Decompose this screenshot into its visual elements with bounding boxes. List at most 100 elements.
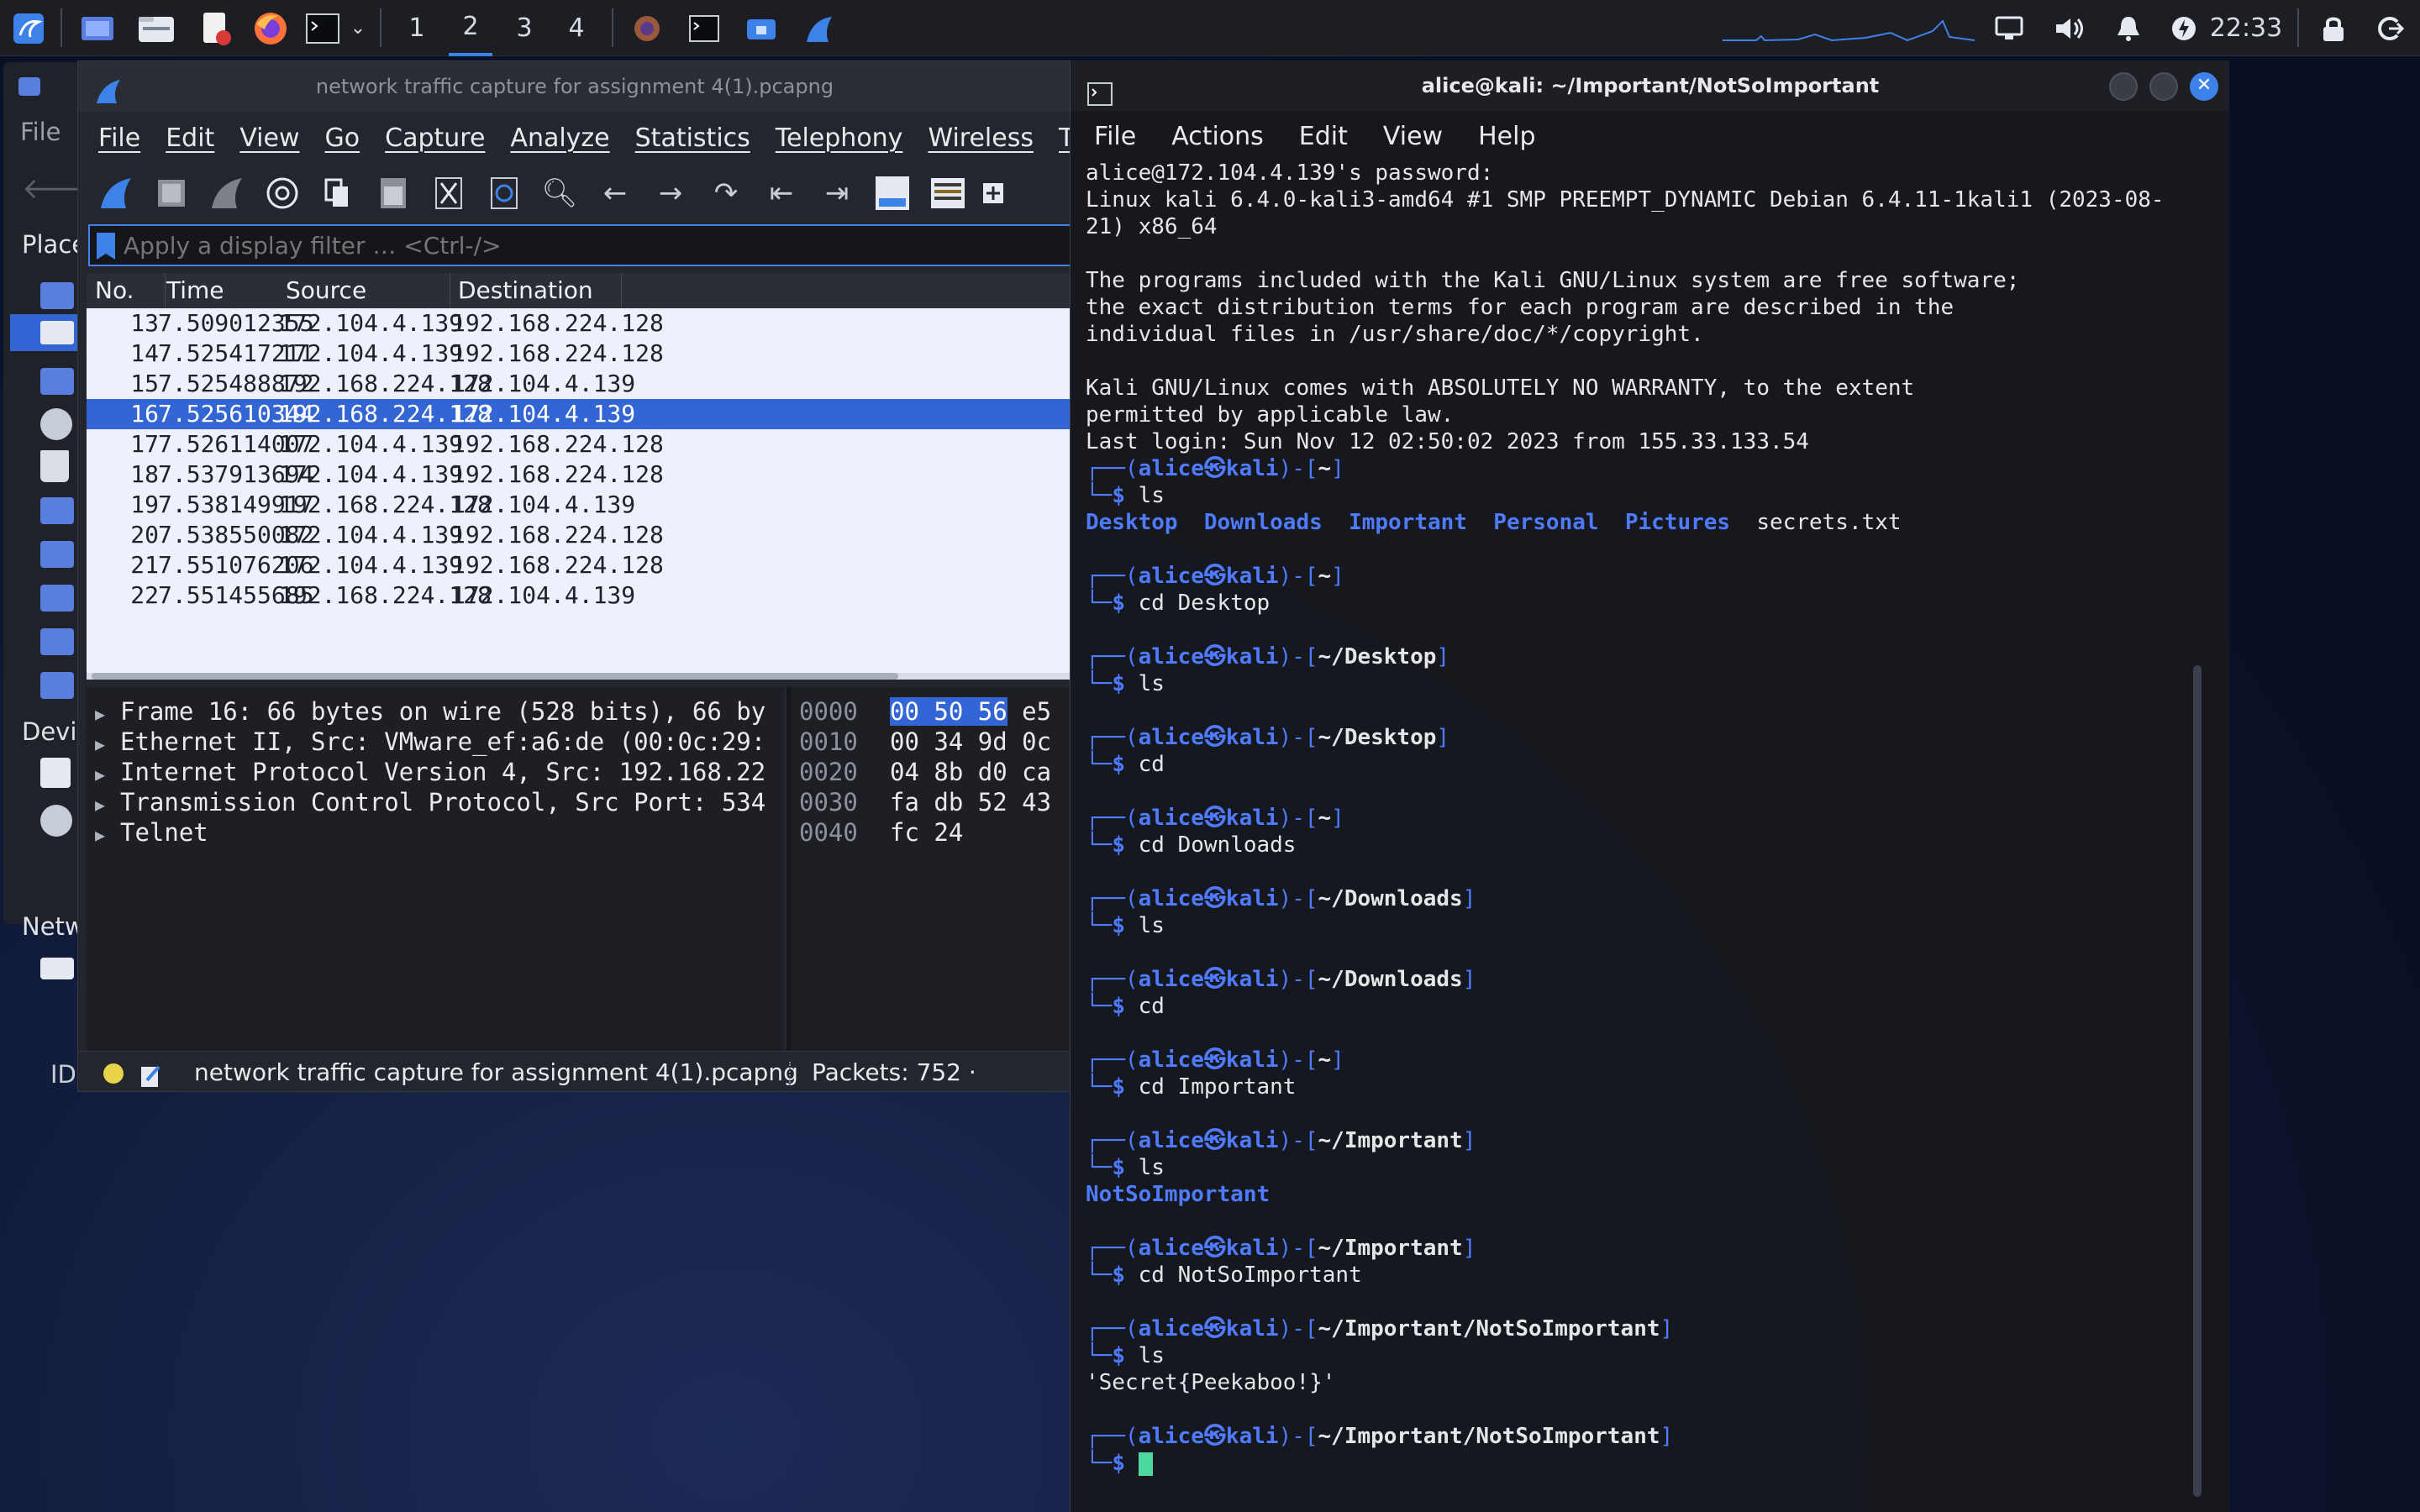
fm-menu-file[interactable]: File [20, 118, 61, 146]
selected-place[interactable] [10, 314, 81, 351]
column-time[interactable]: Time [158, 273, 273, 308]
videos-place-icon[interactable] [40, 628, 74, 655]
expand-arrow-icon[interactable]: ▶ [95, 704, 107, 724]
detail-tcp[interactable]: ▶ Transmission Control Protocol, Src Port… [95, 788, 765, 818]
disc-icon[interactable] [40, 805, 72, 837]
column-no[interactable]: No. [87, 273, 166, 308]
last-packet-icon[interactable]: ⇥ [814, 171, 860, 216]
term-menu-file[interactable]: File [1094, 122, 1136, 151]
logout-icon[interactable] [2370, 0, 2412, 56]
music-folder-icon[interactable] [40, 497, 74, 524]
open-file-icon[interactable] [315, 171, 360, 216]
home-icon[interactable] [18, 77, 40, 96]
workspace-2[interactable]: 2 [449, 0, 492, 56]
kali-menu-icon[interactable] [7, 0, 50, 56]
volume-icon[interactable] [2049, 0, 2091, 56]
terminal-output[interactable]: alice@172.104.4.139's password: Linux kal… [1086, 160, 2203, 1504]
expand-arrow-icon[interactable]: ▶ [95, 764, 107, 785]
terminal-scrollbar[interactable] [2193, 665, 2202, 1497]
workspace-3[interactable]: 3 [502, 0, 546, 56]
restart-capture-icon[interactable] [204, 171, 250, 216]
colorize-icon[interactable] [925, 171, 971, 216]
go-back-icon[interactable]: ← [592, 171, 638, 216]
wireshark-window-button[interactable] [795, 0, 842, 56]
menu-go[interactable]: Go [325, 123, 360, 153]
file-manager-icon[interactable] [134, 0, 178, 56]
packet-row[interactable]: 14 7.525417211 172.104.4.139 192.168.224.12… [87, 339, 1070, 369]
music-place-icon[interactable] [40, 541, 74, 568]
menu-wireless[interactable]: Wireless [928, 123, 1034, 153]
term-menu-help[interactable]: Help [1478, 122, 1535, 151]
menu-telephony[interactable]: Telephony [776, 123, 903, 153]
capture-comment-icon[interactable] [139, 1060, 162, 1087]
go-forward-icon[interactable]: → [648, 171, 693, 216]
term-menu-edit[interactable]: Edit [1299, 122, 1348, 151]
packet-row[interactable]: 22 7.551455685 192.168.224.128 172.104.4.13… [87, 580, 1070, 611]
detail-telnet[interactable]: ▶ Telnet [95, 818, 208, 848]
menu-edit[interactable]: Edit [166, 123, 214, 153]
documents-place-icon[interactable] [40, 368, 74, 395]
packet-row[interactable]: 21 7.551076206 172.104.4.139 192.168.224.12… [87, 550, 1070, 580]
detail-ipv4[interactable]: ▶ Internet Protocol Version 4, Src: 192.1… [95, 758, 765, 788]
firefox-icon[interactable] [249, 0, 292, 56]
menu-capture[interactable]: Capture [385, 123, 485, 153]
workspace-1[interactable]: 1 [395, 0, 439, 56]
column-destination[interactable]: Destination [450, 273, 622, 308]
expand-arrow-icon[interactable]: ▶ [95, 825, 107, 845]
packet-row[interactable]: 18 7.537913694 172.104.4.139 192.168.224.12… [87, 459, 1070, 490]
workspace-4[interactable]: 4 [555, 0, 598, 56]
network-icon[interactable] [40, 958, 74, 979]
reload-file-icon[interactable] [481, 171, 527, 216]
display-icon[interactable] [1988, 0, 2030, 56]
lock-icon[interactable] [2312, 0, 2354, 56]
detail-frame[interactable]: ▶ Frame 16: 66 bytes on wire (528 bits), … [95, 697, 765, 727]
terminal-titlebar[interactable]: alice@kali: ~/Important/NotSoImportant ✕ [1071, 60, 2229, 111]
notification-bell-icon[interactable] [2107, 0, 2149, 56]
drive-icon[interactable] [40, 758, 71, 788]
maximize-button[interactable] [2149, 72, 2178, 101]
first-packet-icon[interactable]: ⇤ [759, 171, 804, 216]
zoom-in-icon[interactable] [981, 171, 1006, 216]
desktop-icon[interactable] [76, 0, 119, 56]
packet-row[interactable]: 15 7.525488872 192.168.224.128 172.104.4.13… [87, 369, 1070, 399]
display-filter-input[interactable] [124, 229, 1048, 261]
autoscroll-icon[interactable] [870, 171, 915, 216]
bookmark-icon[interactable] [97, 233, 115, 260]
minimize-button[interactable] [2109, 72, 2138, 101]
pictures-place-icon[interactable] [40, 585, 74, 612]
column-source[interactable]: Source [277, 273, 450, 308]
packet-row[interactable]: 19 7.538149917 192.168.224.128 172.104.4.13… [87, 490, 1070, 520]
expand-arrow-icon[interactable]: ▶ [95, 734, 107, 754]
firefox-window-button[interactable] [623, 0, 671, 56]
terminal-window-button[interactable] [681, 0, 728, 56]
packet-list-scrollbar[interactable] [87, 673, 1070, 680]
term-menu-view[interactable]: View [1383, 122, 1443, 151]
menu-analyze[interactable]: Analyze [510, 123, 609, 153]
packet-row[interactable]: 16 7.525610344 192.168.224.128 172.104.4.13… [87, 399, 1070, 429]
search-icon[interactable]: 🔍︎ [537, 171, 582, 216]
go-to-packet-icon[interactable]: ↷ [703, 171, 749, 216]
expand-arrow-icon[interactable]: ▶ [95, 795, 107, 815]
downloads-place-icon[interactable] [40, 672, 74, 699]
terminal-launcher-icon[interactable] [302, 0, 343, 56]
packet-row[interactable]: 13 7.509012355 172.104.4.139 192.168.224.12… [87, 308, 1070, 339]
text-editor-icon[interactable] [193, 0, 237, 56]
trash-icon[interactable] [40, 450, 69, 482]
packet-row[interactable]: 17 7.526114007 172.104.4.139 192.168.224.12… [87, 429, 1070, 459]
save-file-icon[interactable] [371, 171, 416, 216]
desktop-place-icon[interactable] [40, 282, 74, 309]
clock[interactable]: 22:33 [2208, 0, 2284, 56]
detail-ethernet[interactable]: ▶ Ethernet II, Src: VMware_ef:a6:de (00:0… [95, 727, 765, 758]
menu-statistics[interactable]: Statistics [635, 123, 750, 153]
expert-info-icon[interactable] [103, 1063, 124, 1084]
menu-view[interactable]: View [239, 123, 299, 153]
packet-row[interactable]: 20 7.538550082 172.104.4.139 192.168.224.12… [87, 520, 1070, 550]
term-menu-actions[interactable]: Actions [1171, 122, 1264, 151]
close-button[interactable]: ✕ [2190, 72, 2218, 101]
stop-capture-icon[interactable] [149, 171, 194, 216]
recent-place-icon[interactable] [40, 408, 72, 440]
close-file-icon[interactable] [426, 171, 471, 216]
start-capture-icon[interactable] [93, 171, 139, 216]
chevron-down-icon[interactable]: ⌄ [343, 0, 373, 56]
menu-file[interactable]: File [98, 123, 140, 153]
